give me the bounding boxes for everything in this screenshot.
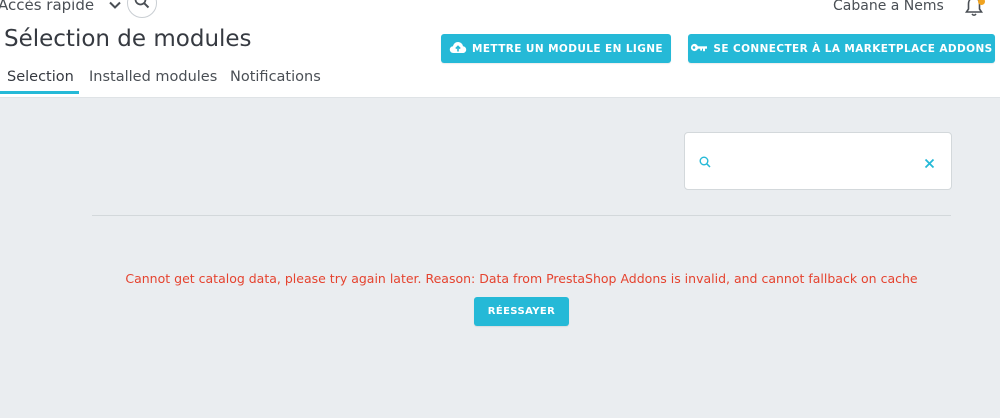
quick-access-dropdown[interactable]: Accès rapide xyxy=(0,0,122,14)
marketplace-connect-label: SE CONNECTER À LA MARKETPLACE ADDONS xyxy=(713,42,993,55)
page-title: Sélection de modules xyxy=(4,26,252,52)
marketplace-connect-button[interactable]: SE CONNECTER À LA MARKETPLACE ADDONS xyxy=(688,34,995,63)
retry-button[interactable]: RÉESSAYER xyxy=(474,297,569,326)
top-header: Accès rapide Cabane a Nems Sélection de … xyxy=(0,0,1000,98)
quick-access-label: Accès rapide xyxy=(0,0,95,14)
chevron-down-icon xyxy=(108,0,122,12)
shop-name-link[interactable]: Cabane a Nems xyxy=(833,0,944,14)
catalog-error-message: Cannot get catalog data, please try agai… xyxy=(125,271,918,286)
header-search-button[interactable] xyxy=(127,0,157,18)
module-search-input[interactable] xyxy=(719,149,913,173)
upload-module-button[interactable]: METTRE UN MODULE EN LIGNE xyxy=(441,34,671,63)
upload-module-label: METTRE UN MODULE EN LIGNE xyxy=(472,42,663,55)
key-icon xyxy=(690,42,713,56)
tab-notifications[interactable]: Notifications xyxy=(230,66,321,94)
divider xyxy=(92,215,951,216)
tab-selection[interactable]: Selection xyxy=(0,66,79,94)
cloud-upload-icon xyxy=(449,41,472,57)
clear-icon[interactable] xyxy=(924,154,935,173)
tab-installed-modules[interactable]: Installed modules xyxy=(89,66,217,94)
search-icon xyxy=(699,153,711,172)
module-search-box xyxy=(684,132,952,190)
search-icon xyxy=(134,0,150,13)
